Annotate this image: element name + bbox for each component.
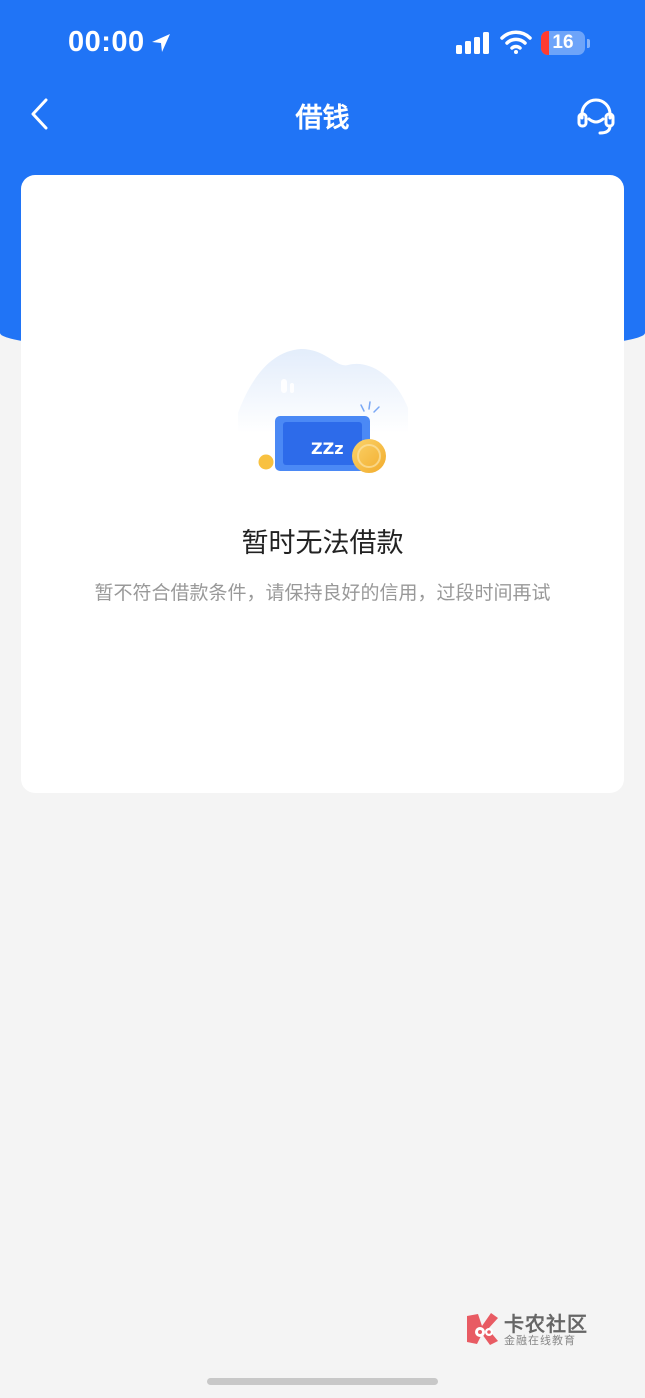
nav-bar: 借钱 [0,88,645,140]
illustration-zzz: ZZz [311,439,344,458]
empty-state-title: 暂时无法借款 [241,528,404,558]
battery-icon: 16 [541,31,585,55]
watermark: 卡农社区 金融在线教育 [464,1308,594,1352]
empty-state-description: 暂不符合借款条件，请保持良好的信用，过段时间再试 [94,583,551,604]
home-indicator[interactable] [207,1378,438,1385]
location-arrow-icon [152,34,170,52]
battery-cap [587,39,590,48]
page-title: 借钱 [295,103,350,133]
battery-level: 16 [552,32,574,53]
sleeping-phone-coin-illustration: ZZz [238,349,408,473]
empty-state-card: ZZz 暂时无法借款 暂不符合借款条件，请保持良好的信用，过段时间再试 [21,175,624,793]
status-time: 00:00 [68,26,145,58]
signal-icon [456,32,489,54]
customer-service-headset-icon[interactable] [574,94,618,138]
status-bar: 00:00 16 [0,0,645,88]
watermark-subtitle: 金融在线教育 [504,1335,576,1347]
kanong-logo-icon [467,1313,498,1345]
wifi-icon [500,30,532,54]
